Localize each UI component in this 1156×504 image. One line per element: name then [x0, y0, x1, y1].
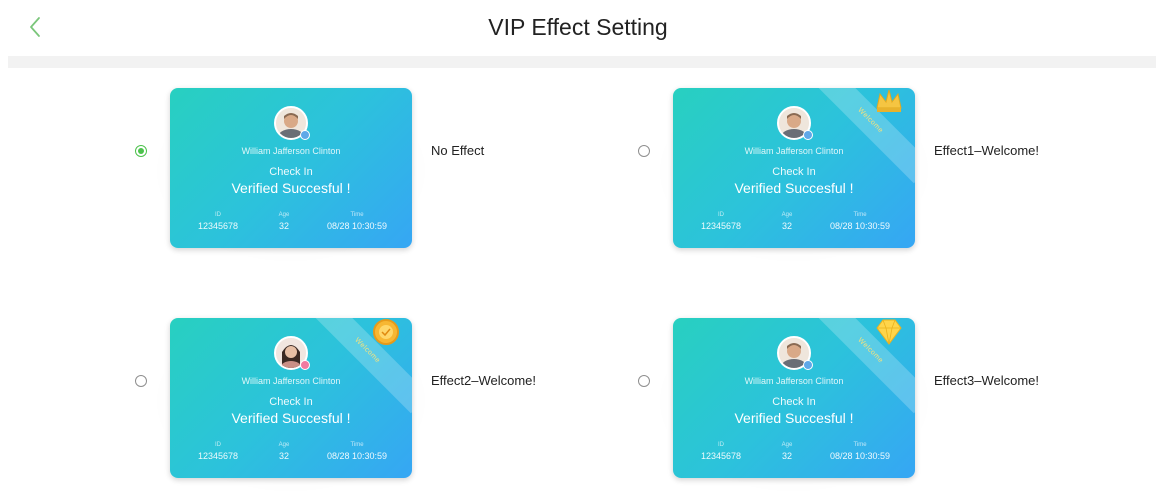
time-value: 08/28 10:30:59: [829, 451, 891, 461]
time-label: Time: [350, 212, 364, 218]
medal-icon: [373, 319, 399, 345]
person-name: William Jafferson Clinton: [241, 376, 341, 386]
verified-message: Verified Succesful !: [231, 410, 351, 426]
gender-badge-icon: [803, 130, 813, 140]
time-value: 08/28 10:30:59: [829, 221, 891, 231]
id-label: ID: [215, 442, 221, 448]
id-value: 12345678: [197, 451, 239, 461]
checkin-status: Check In: [269, 166, 313, 178]
radio-effect1[interactable]: [638, 145, 650, 157]
time-value: 08/28 10:30:59: [326, 221, 388, 231]
age-value: 32: [278, 451, 289, 461]
age-field: Age 32: [773, 212, 801, 231]
radio-effect3[interactable]: [638, 375, 650, 387]
gender-badge-icon: [300, 360, 310, 370]
age-field: Age 32: [270, 442, 298, 461]
time-field: Time 08/28 10:30:59: [815, 212, 905, 231]
age-label: Age: [781, 442, 793, 448]
id-label: ID: [718, 442, 724, 448]
effect-option-none[interactable]: William Jafferson Clinton Check In Verif…: [0, 68, 578, 274]
id-value: 12345678: [197, 221, 239, 231]
id-label: ID: [215, 212, 221, 218]
crown-icon: [876, 89, 902, 112]
verified-message: Verified Succesful !: [734, 410, 854, 426]
checkin-status: Check In: [772, 166, 816, 178]
id-value: 12345678: [700, 451, 742, 461]
age-label: Age: [278, 212, 290, 218]
time-field: Time 08/28 10:30:59: [312, 212, 402, 231]
diamond-icon: [876, 319, 902, 345]
effect-option-3[interactable]: Welcome William Jafferson Clinton Check …: [503, 298, 1081, 504]
effect-option-1[interactable]: Welcome William Jafferson Clinton Check …: [503, 68, 1081, 274]
vip-preview-card: Welcome William Jafferson Clinton Check …: [673, 318, 915, 478]
age-field: Age 32: [773, 442, 801, 461]
option-label[interactable]: Effect1–Welcome!: [934, 143, 1039, 158]
checkin-status: Check In: [772, 396, 816, 408]
person-name: William Jafferson Clinton: [744, 376, 844, 386]
person-name: William Jafferson Clinton: [744, 146, 844, 156]
checkin-status: Check In: [269, 396, 313, 408]
id-label: ID: [718, 212, 724, 218]
age-label: Age: [278, 442, 290, 448]
age-field: Age 32: [270, 212, 298, 231]
verified-message: Verified Succesful !: [231, 180, 351, 196]
time-label: Time: [853, 442, 867, 448]
age-value: 32: [278, 221, 289, 231]
verified-message: Verified Succesful !: [734, 180, 854, 196]
age-value: 32: [781, 451, 792, 461]
id-field: ID 12345678: [192, 212, 244, 231]
option-label[interactable]: No Effect: [431, 143, 484, 158]
time-field: Time 08/28 10:30:59: [815, 442, 905, 461]
gender-badge-icon: [300, 130, 310, 140]
radio-effect2[interactable]: [135, 375, 147, 387]
age-value: 32: [781, 221, 792, 231]
time-label: Time: [350, 442, 364, 448]
time-value: 08/28 10:30:59: [326, 451, 388, 461]
age-label: Age: [781, 212, 793, 218]
effect-option-2[interactable]: Welcome William Jafferson Clinton Check …: [0, 298, 578, 504]
id-value: 12345678: [700, 221, 742, 231]
header-bar: VIP Effect Setting: [0, 0, 1156, 56]
gender-badge-icon: [803, 360, 813, 370]
page-title: VIP Effect Setting: [488, 14, 668, 40]
radio-no-effect[interactable]: [135, 145, 147, 157]
time-label: Time: [853, 212, 867, 218]
id-field: ID 12345678: [695, 212, 747, 231]
id-field: ID 12345678: [695, 442, 747, 461]
vip-preview-card: Welcome William Jafferson Clinton Check …: [673, 88, 915, 248]
option-label[interactable]: Effect3–Welcome!: [934, 373, 1039, 388]
header-divider: [8, 56, 1156, 68]
time-field: Time 08/28 10:30:59: [312, 442, 402, 461]
id-field: ID 12345678: [192, 442, 244, 461]
vip-preview-card: Welcome William Jafferson Clinton Check …: [170, 318, 412, 478]
person-name: William Jafferson Clinton: [241, 146, 341, 156]
vip-preview-card: William Jafferson Clinton Check In Verif…: [170, 88, 412, 248]
